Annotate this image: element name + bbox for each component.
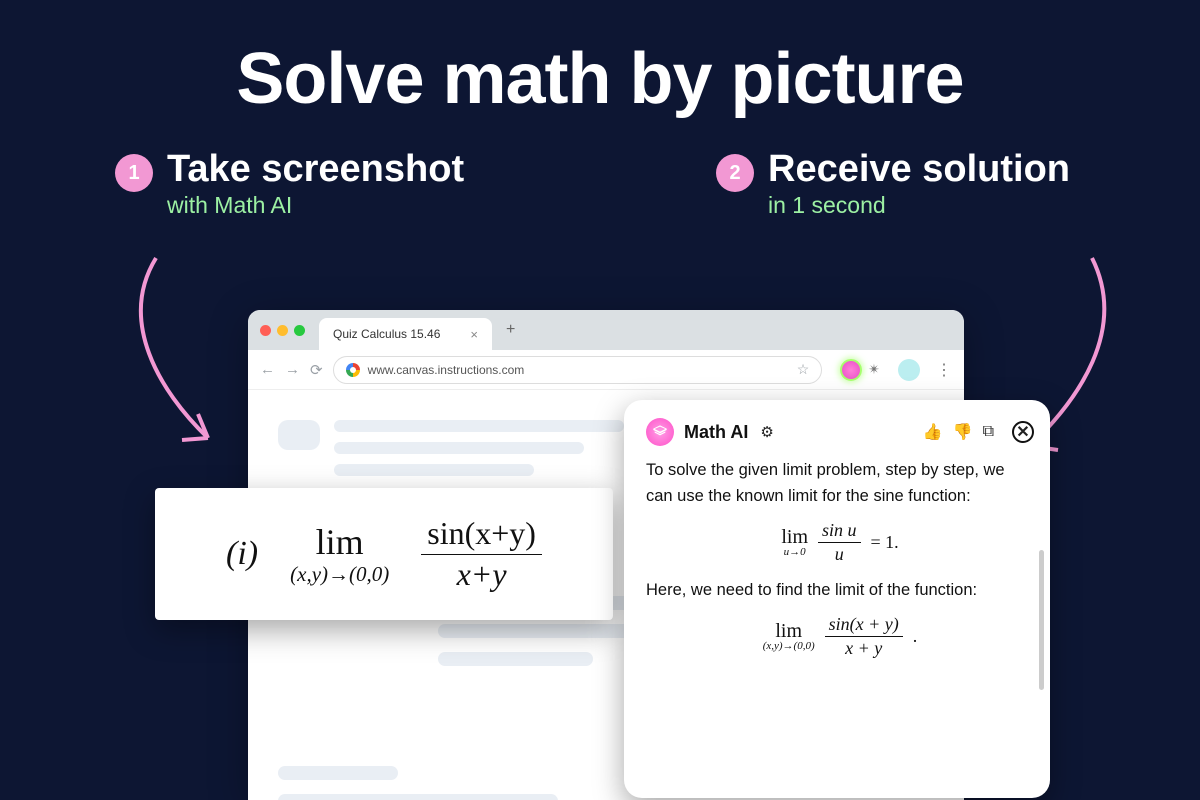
browser-tabbar: Quiz Calculus 15.46 × + [248, 310, 964, 350]
solution-panel: Math AI ⚙ 👍 👎 ⧉ ✕ To solve the given lim… [624, 400, 1050, 798]
tab-close-icon[interactable]: × [470, 327, 478, 342]
fraction-denominator: u [831, 543, 848, 564]
thumbs-up-icon[interactable]: 👍 [923, 422, 943, 442]
skeleton-line [278, 766, 398, 780]
minimize-window-icon[interactable] [277, 325, 288, 336]
bookmark-icon[interactable]: ☆ [797, 361, 810, 378]
lim-subscript: u→0 [784, 547, 806, 558]
fraction-denominator: x+y [451, 555, 513, 592]
equation-1: lim u→0 sin u u = 1. [646, 521, 1034, 564]
problem-label: (i) [226, 535, 258, 573]
profile-avatar[interactable] [898, 359, 920, 381]
panel-title: Math AI [684, 422, 748, 443]
browser-menu-icon[interactable]: ⋮ [936, 360, 952, 380]
extensions-icon[interactable]: ✴ [868, 361, 880, 378]
thumbs-down-icon[interactable]: 👎 [953, 422, 973, 442]
skeleton-line [438, 652, 593, 666]
step-2-subtitle: in 1 second [768, 192, 1070, 219]
fraction-numerator: sin(x + y) [825, 615, 903, 637]
lim-symbol: lim [316, 524, 364, 560]
math-problem-card: (i) lim (x,y)→(0,0) sin(x+y) x+y [155, 488, 613, 620]
close-panel-button[interactable]: ✕ [1012, 421, 1034, 443]
skeleton-avatar [278, 420, 320, 450]
fraction-numerator: sin u [818, 521, 861, 543]
skeleton-line [278, 794, 558, 800]
maximize-window-icon[interactable] [294, 325, 305, 336]
settings-icon[interactable]: ⚙ [760, 423, 773, 441]
step-2: 2 Receive solution in 1 second [716, 150, 1070, 219]
window-controls [260, 325, 305, 336]
step-2-number: 2 [716, 154, 754, 192]
panel-body: To solve the given limit problem, step b… [646, 458, 1034, 658]
browser-navbar: ← → ⟳ www.canvas.instructions.com ☆ ✴ ⋮ [248, 350, 964, 390]
lim-subscript: (x,y)→(0,0) [763, 641, 815, 652]
step-1-subtitle: with Math AI [167, 192, 464, 219]
fraction-numerator: sin(x+y) [421, 517, 542, 555]
url-text: www.canvas.instructions.com [368, 363, 525, 377]
nav-back-icon[interactable]: ← [260, 361, 275, 378]
close-window-icon[interactable] [260, 325, 271, 336]
skeleton-line [334, 442, 584, 454]
step-1-number: 1 [115, 154, 153, 192]
math-ai-logo-icon [646, 418, 674, 446]
equation-rhs: = 1. [871, 529, 899, 557]
arrow-left-icon [128, 250, 248, 460]
lim-symbol: lim [781, 527, 808, 547]
panel-header: Math AI ⚙ 👍 👎 ⧉ ✕ [646, 418, 1034, 446]
step-1-title: Take screenshot [167, 150, 464, 188]
skeleton-line [334, 464, 534, 476]
equation-tail: . [913, 623, 918, 651]
step-2-title: Receive solution [768, 150, 1070, 188]
hero-title: Solve math by picture [0, 0, 1200, 120]
url-bar[interactable]: www.canvas.instructions.com ☆ [333, 356, 823, 384]
equation-2: lim (x,y)→(0,0) sin(x + y) x + y . [646, 615, 1034, 658]
limit-expression: lim (x,y)→(0,0) [290, 524, 389, 585]
scrollbar[interactable] [1039, 550, 1044, 690]
math-ai-extension-icon[interactable] [840, 359, 862, 381]
tab-title: Quiz Calculus 15.46 [333, 327, 440, 341]
browser-tab[interactable]: Quiz Calculus 15.46 × [319, 318, 492, 350]
copy-icon[interactable]: ⧉ [983, 423, 994, 441]
extensions-area: ✴ [840, 359, 880, 381]
step-1: 1 Take screenshot with Math AI [115, 150, 464, 219]
steps-row: 1 Take screenshot with Math AI 2 Receive… [0, 120, 1200, 219]
fraction: sin(x+y) x+y [421, 517, 542, 591]
new-tab-button[interactable]: + [506, 321, 515, 339]
nav-forward-icon[interactable]: → [285, 361, 300, 378]
lim-subscript: (x,y)→(0,0) [290, 564, 389, 585]
solution-paragraph-2: Here, we need to find the limit of the f… [646, 578, 1034, 604]
solution-paragraph-1: To solve the given limit problem, step b… [646, 458, 1034, 509]
skeleton-line [334, 420, 624, 432]
fraction-denominator: x + y [841, 637, 886, 658]
google-icon [346, 363, 360, 377]
nav-reload-icon[interactable]: ⟳ [310, 361, 323, 379]
lim-symbol: lim [775, 621, 802, 641]
